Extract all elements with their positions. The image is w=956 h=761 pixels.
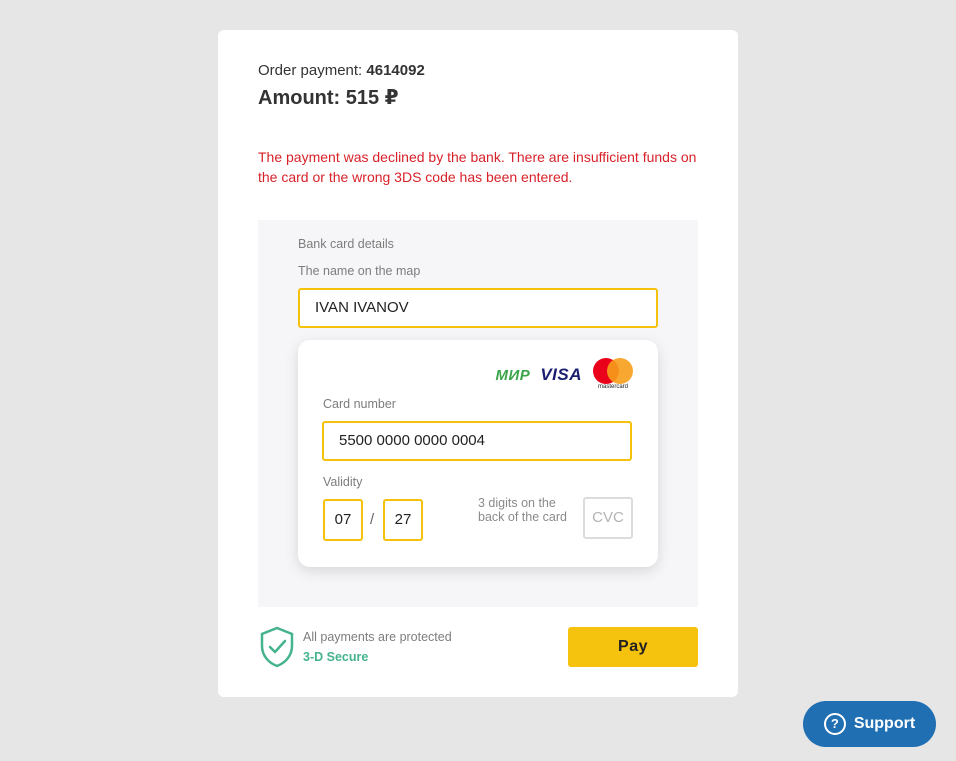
support-label: Support <box>853 715 916 732</box>
card-number-label: Card number <box>323 397 396 411</box>
pay-button[interactable]: Pay <box>568 627 698 667</box>
section-title: Bank card details <box>298 237 394 251</box>
error-message: The payment was declined by the bank. Th… <box>258 149 697 185</box>
date-separator: / <box>370 511 375 528</box>
validity-label: Validity <box>323 475 363 489</box>
name-label: The name on the map <box>298 264 421 278</box>
card-number-input[interactable]: 5500 0000 0000 0004 <box>322 421 632 461</box>
mastercard-logo: mastercard <box>592 358 634 392</box>
card-details-box: МИР VISA mastercard Card number 5500 000… <box>298 340 658 567</box>
payment-card: Order payment: 4614092 Amount: 515 ₽ The… <box>218 30 738 697</box>
cvc-hint: 3 digits on the back of the card <box>478 496 567 524</box>
expiry-year-input[interactable]: 27 <box>383 499 423 541</box>
shield-check-icon <box>260 626 294 668</box>
support-button[interactable]: ? Support <box>803 701 936 747</box>
visa-logo: VISA <box>540 365 582 384</box>
amount: Amount: 515 ₽ <box>258 87 399 109</box>
card-brands: МИР VISA mastercard <box>496 358 634 392</box>
cardholder-name-input[interactable]: IVAN IVANOV <box>298 288 658 328</box>
security-text: All payments are protected <box>303 630 452 644</box>
order-number: 4614092 <box>366 62 425 79</box>
3ds-badge: 3-D Secure <box>303 650 369 664</box>
question-icon: ? <box>823 713 846 735</box>
order-line: Order payment: 4614092 <box>258 62 425 79</box>
card-form-panel: Bank card details The name on the map IV… <box>258 220 698 607</box>
order-label: Order payment: <box>258 62 363 79</box>
expiry-month-input[interactable]: 07 <box>323 499 363 541</box>
cvc-input[interactable]: CVC <box>583 497 633 539</box>
mir-logo: МИР <box>495 366 531 384</box>
